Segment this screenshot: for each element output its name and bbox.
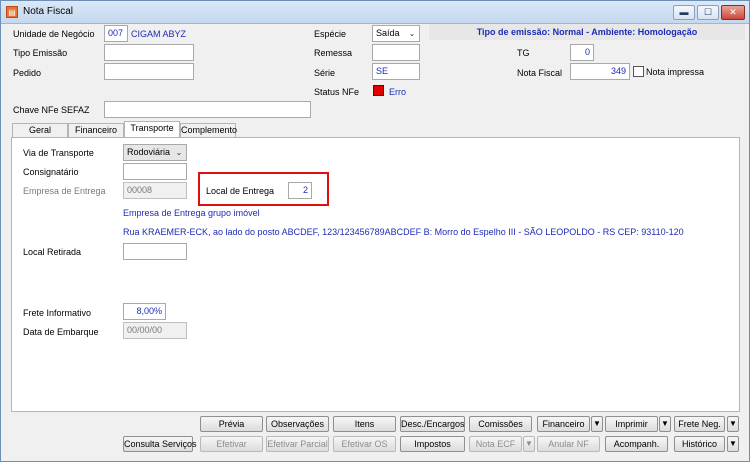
empresa-entrega-field[interactable]: 00008: [123, 182, 187, 199]
efetivar-os-button[interactable]: Efetivar OS: [333, 436, 396, 452]
efetivar-parcial-button[interactable]: Efetivar Parcial: [266, 436, 329, 452]
tg-label: TG: [517, 48, 530, 58]
consignatario-label: Consignatário: [23, 167, 79, 177]
title-bar[interactable]: ▤ Nota Fiscal ▬ ☐ ✕: [1, 1, 749, 24]
observacoes-button[interactable]: Observações: [266, 416, 329, 432]
via-transporte-select[interactable]: Rodoviária ⌄: [123, 144, 187, 161]
status-error-icon: [373, 85, 384, 96]
tab-complemento[interactable]: Complemento: [180, 123, 237, 137]
especie-select[interactable]: Saída ⌄: [372, 25, 420, 42]
serie-field[interactable]: SE: [372, 63, 420, 80]
empresa-entrega-description: Empresa de Entrega grupo imóvel: [123, 208, 260, 218]
chevron-down-icon: ⌄: [175, 148, 183, 157]
impostos-button[interactable]: Impostos: [400, 436, 465, 452]
tipo-emissao-label: Tipo Emissão: [13, 48, 68, 58]
especie-value: Saída: [376, 28, 400, 38]
pedido-field[interactable]: [104, 63, 194, 80]
remessa-field[interactable]: [372, 44, 420, 61]
nota-fiscal-label: Nota Fiscal: [517, 68, 563, 78]
anular-nf-button[interactable]: Anular NF: [537, 436, 600, 452]
consignatario-field[interactable]: [123, 163, 187, 180]
document-app-icon: ▤: [6, 6, 18, 18]
via-transporte-value: Rodoviária: [127, 147, 171, 157]
unidade-name: CIGAM ABYZ: [131, 29, 187, 39]
frete-neg-dropdown-icon[interactable]: ▼: [727, 416, 739, 432]
nota-fiscal-window: ▤ Nota Fiscal ▬ ☐ ✕ Unidade de Negócio 0…: [0, 0, 750, 462]
local-entrega-label: Local de Entrega: [206, 186, 275, 196]
status-nfe-label: Status NFe: [314, 87, 360, 97]
nota-impressa-label: Nota impressa: [646, 67, 705, 77]
window-title: Nota Fiscal: [23, 6, 74, 17]
data-embarque-label: Data de Embarque: [23, 327, 99, 337]
transporte-panel: [11, 137, 740, 412]
tab-financeiro[interactable]: Financeiro: [68, 123, 124, 137]
local-entrega-field[interactable]: 2: [288, 182, 312, 199]
desc-encargos-button[interactable]: Desc./Encargos: [400, 416, 465, 432]
data-embarque-field[interactable]: 00/00/00: [123, 322, 187, 339]
unidade-label: Unidade de Negócio: [13, 29, 95, 39]
serie-label: Série: [314, 68, 336, 78]
minimize-icon[interactable]: ▬: [673, 5, 695, 20]
especie-label: Espécie: [314, 29, 347, 39]
comissoes-button[interactable]: Comissões: [469, 416, 532, 432]
maximize-icon[interactable]: ☐: [697, 5, 719, 20]
emission-type-banner: Tipo de emissão: Normal - Ambiente: Homo…: [429, 24, 745, 40]
status-nfe-value: Erro: [389, 87, 407, 97]
frete-informativo-field[interactable]: 8,00%: [123, 303, 166, 320]
itens-button[interactable]: Itens: [333, 416, 396, 432]
nota-fiscal-field[interactable]: 349: [570, 63, 630, 80]
nota-ecf-button[interactable]: Nota ECF: [469, 436, 522, 452]
imprimir-dropdown-icon[interactable]: ▼: [659, 416, 671, 432]
imprimir-button[interactable]: Imprimir: [605, 416, 658, 432]
tg-field[interactable]: 0: [570, 44, 594, 61]
delivery-address: Rua KRAEMER-ECK, ao lado do posto ABCDEF…: [123, 227, 684, 237]
empresa-entrega-label: Empresa de Entrega: [23, 186, 106, 196]
historico-button[interactable]: Histórico: [674, 436, 725, 452]
local-retirada-label: Local Retirada: [23, 247, 82, 257]
chave-nfe-label: Chave NFe SEFAZ: [13, 105, 90, 115]
tab-geral[interactable]: Geral: [12, 123, 68, 137]
close-icon[interactable]: ✕: [721, 5, 745, 20]
chave-nfe-field[interactable]: [104, 101, 311, 118]
financeiro-button[interactable]: Financeiro: [537, 416, 590, 432]
nota-impressa-checkbox[interactable]: [633, 66, 644, 77]
chevron-down-icon: ⌄: [408, 29, 416, 38]
tipo-emissao-field[interactable]: [104, 44, 194, 61]
consulta-servicos-button[interactable]: Consulta Serviços: [123, 436, 197, 452]
historico-dropdown-icon[interactable]: ▼: [727, 436, 739, 452]
local-retirada-field[interactable]: [123, 243, 187, 260]
frete-informativo-label: Frete Informativo: [23, 308, 92, 318]
frete-neg-button[interactable]: Frete Neg.: [674, 416, 725, 432]
previa-button[interactable]: Prévia: [200, 416, 263, 432]
nota-ecf-dropdown-icon[interactable]: ▼: [523, 436, 535, 452]
remessa-label: Remessa: [314, 48, 353, 58]
unidade-code-field[interactable]: 007: [104, 25, 128, 42]
efetivar-button[interactable]: Efetivar: [200, 436, 263, 452]
pedido-label: Pedido: [13, 68, 42, 78]
tab-transporte[interactable]: Transporte: [124, 121, 180, 137]
financeiro-dropdown-icon[interactable]: ▼: [591, 416, 603, 432]
via-transporte-label: Via de Transporte: [23, 148, 94, 158]
acompanh-button[interactable]: Acompanh.: [605, 436, 668, 452]
